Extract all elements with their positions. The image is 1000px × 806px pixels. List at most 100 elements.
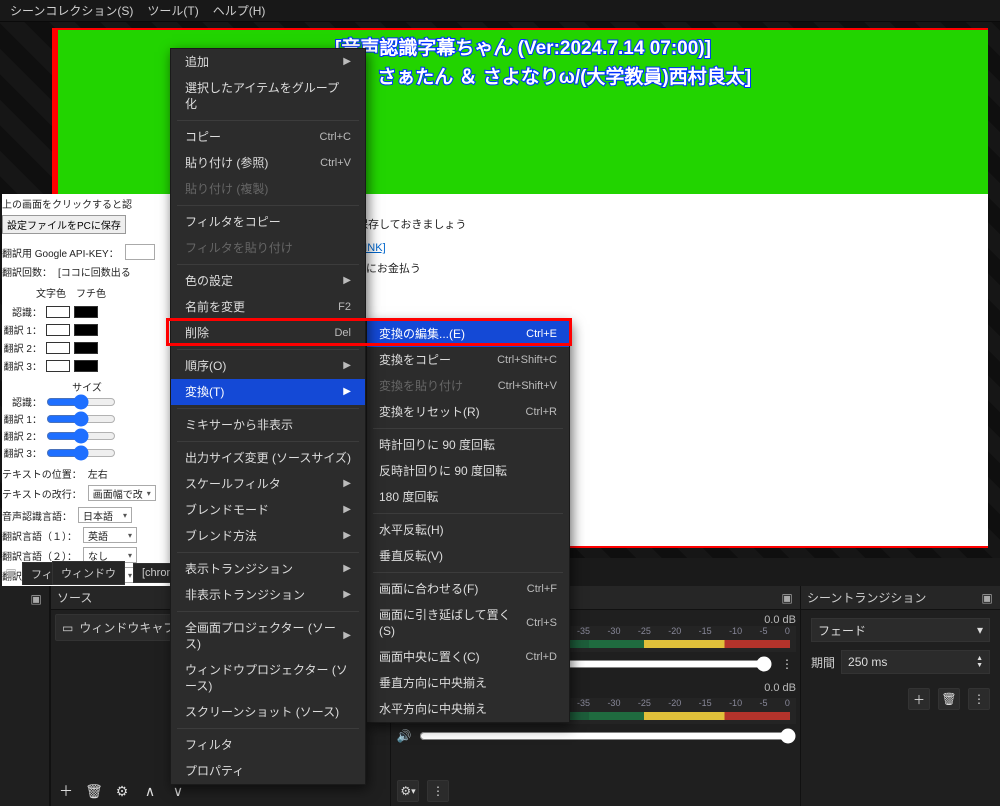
api-key-input[interactable] (125, 244, 155, 260)
ctx-transform[interactable]: 変換(T)▶ (171, 379, 365, 405)
shortcut: F2 (338, 299, 351, 315)
ctx-label: 追加 (185, 54, 209, 70)
shortcut: Del (334, 325, 351, 341)
tr1-text-color[interactable] (46, 324, 70, 336)
sub-rotate-cw[interactable]: 時計回りに 90 度回転 (367, 432, 569, 458)
add-source-button[interactable]: ＋ (55, 780, 77, 802)
transition-type-select[interactable]: フェード ▾ (811, 618, 990, 642)
move-up-button[interactable]: ∧ (139, 780, 161, 802)
ctx-resize-output[interactable]: 出力サイズ変更 (ソースサイズ) (171, 445, 365, 471)
tick: -20 (668, 698, 681, 708)
add-transition-button[interactable]: ＋ (908, 688, 930, 710)
remove-source-button[interactable]: 🗑 (83, 780, 105, 802)
recog-outline-color[interactable] (74, 306, 98, 318)
ctx-label: ミキサーから非表示 (185, 417, 293, 433)
sub-copy-transform[interactable]: 変換をコピーCtrl+Shift+C (367, 347, 569, 373)
wrap-label: テキストの改行： (2, 486, 82, 501)
separator (177, 611, 359, 612)
menu-help[interactable]: ヘルプ(H) (207, 0, 272, 21)
ctx-properties[interactable]: プロパティ (171, 758, 365, 784)
separator (373, 572, 563, 573)
mixer-more-button[interactable]: ⋮ (427, 780, 449, 802)
channel-1-options-button[interactable]: ⋮ (778, 657, 796, 671)
ctx-label: 変換(T) (185, 384, 224, 400)
sub-center-screen[interactable]: 画面中央に置く(C)Ctrl+D (367, 644, 569, 670)
ctx-label: 水平方向に中央揃え (379, 701, 487, 717)
ctx-blend-method[interactable]: ブレンド方法▶ (171, 523, 365, 549)
sub-flip-h[interactable]: 水平反転(H) (367, 517, 569, 543)
sub-rotate-180[interactable]: 180 度回転 (367, 484, 569, 510)
tr3-text-color[interactable] (46, 360, 70, 372)
ctx-paste-dup: 貼り付け (複製) (171, 176, 365, 202)
ctx-add[interactable]: 追加▶ (171, 49, 365, 75)
sub-fit-screen[interactable]: 画面に合わせる(F)Ctrl+F (367, 576, 569, 602)
ctx-window-proj[interactable]: ウィンドウプロジェクター (ソース) (171, 657, 365, 699)
ctx-label: 変換を貼り付け (379, 378, 463, 394)
scenes-popout-icon[interactable]: ▣ (29, 592, 43, 606)
ctx-group[interactable]: 選択したアイテムをグループ化 (171, 75, 365, 117)
duration-value: 250 ms (848, 655, 887, 669)
ctx-scale-filter[interactable]: スケールフィルタ▶ (171, 471, 365, 497)
ctx-filters[interactable]: フィルタ (171, 732, 365, 758)
ctx-hide-transition[interactable]: 非表示トランジション▶ (171, 582, 365, 608)
sub-reset-transform[interactable]: 変換をリセット(R)Ctrl+R (367, 399, 569, 425)
ctx-paste-ref[interactable]: 貼り付け (参照)Ctrl+V (171, 150, 365, 176)
sub-paste-transform: 変換を貼り付けCtrl+Shift+V (367, 373, 569, 399)
speaker-icon[interactable]: 🔊 (395, 729, 413, 743)
ctx-screenshot[interactable]: スクリーンショット (ソース) (171, 699, 365, 725)
tr2-outline-color[interactable] (74, 342, 98, 354)
wrap-select[interactable]: 画面幅で改▾ (88, 485, 156, 501)
sub-center-horizontal[interactable]: 水平方向に中央揃え (367, 696, 569, 722)
window-capture-icon: ▭ (62, 621, 73, 635)
source-settings-button[interactable]: ⚙ (111, 780, 133, 802)
tr2-text-color[interactable] (46, 342, 70, 354)
chevron-right-icon: ▶ (343, 502, 351, 518)
duration-input[interactable]: 250 ms ▲▼ (841, 650, 990, 674)
size-tr2-slider[interactable] (46, 431, 116, 441)
ctx-label: ウィンドウプロジェクター (ソース) (185, 662, 351, 694)
ctx-fullscreen-proj[interactable]: 全画面プロジェクター (ソース)▶ (171, 615, 365, 657)
channel-2-volume-slider[interactable] (419, 728, 796, 744)
menu-scene-collection[interactable]: シーンコレクション(S) (4, 0, 139, 21)
ctx-remove[interactable]: 削除Del (171, 320, 365, 346)
mixer-popout-icon[interactable]: ▣ (780, 591, 794, 605)
ctx-label: スケールフィルタ (185, 476, 281, 492)
ctx-copy-filters[interactable]: フィルタをコピー (171, 209, 365, 235)
ctx-order[interactable]: 順序(O)▶ (171, 353, 365, 379)
ctx-hide-mixer[interactable]: ミキサーから非表示 (171, 412, 365, 438)
transitions-popout-icon[interactable]: ▣ (980, 591, 994, 605)
ctx-rename[interactable]: 名前を変更F2 (171, 294, 365, 320)
sub-flip-v[interactable]: 垂直反転(V) (367, 543, 569, 569)
ctx-show-transition[interactable]: 表示トランジション▶ (171, 556, 365, 582)
tr1-outline-color[interactable] (74, 324, 98, 336)
transition-more-button[interactable]: ⋮ (968, 688, 990, 710)
lang-recog-select[interactable]: 日本語▾ (78, 507, 132, 523)
sub-center-vertical[interactable]: 垂直方向に中央揃え (367, 670, 569, 696)
ctx-label: 非表示トランジション (185, 587, 305, 603)
spinner-icon[interactable]: ▲▼ (976, 655, 983, 669)
sub-stretch-screen[interactable]: 画面に引き延ばして置く(S)Ctrl+S (367, 602, 569, 644)
popout-icon[interactable]: ▣ (4, 566, 18, 580)
size-tr1-label: 翻訳 1： (2, 411, 42, 426)
sub-rotate-ccw[interactable]: 反時計回りに 90 度回転 (367, 458, 569, 484)
tab-window[interactable]: ウィンドウ (52, 561, 125, 585)
size-recog-slider[interactable] (46, 397, 116, 407)
ctx-copy[interactable]: コピーCtrl+C (171, 124, 365, 150)
sub-edit-transform[interactable]: 変換の編集...(E)Ctrl+E (367, 321, 569, 347)
ctx-color[interactable]: 色の設定▶ (171, 268, 365, 294)
size-tr3-slider[interactable] (46, 448, 116, 458)
lang-tr1-select[interactable]: 英語▾ (83, 527, 137, 543)
ctx-blend-mode[interactable]: ブレンドモード▶ (171, 497, 365, 523)
remove-transition-button[interactable]: 🗑 (938, 688, 960, 710)
menu-tools[interactable]: ツール(T) (141, 0, 204, 21)
ctx-label: 変換をリセット(R) (379, 404, 480, 420)
save-settings-button[interactable]: 設定ファイルをPCに保存 (2, 215, 126, 234)
ctx-label: 画面中央に置く(C) (379, 649, 480, 665)
separator (373, 428, 563, 429)
tick: -10 (729, 698, 742, 708)
mixer-settings-button[interactable]: ⚙▾ (397, 780, 419, 802)
recog-text-color[interactable] (46, 306, 70, 318)
pos-label: テキストの位置： (2, 466, 82, 481)
tr3-outline-color[interactable] (74, 360, 98, 372)
size-tr1-slider[interactable] (46, 414, 116, 424)
